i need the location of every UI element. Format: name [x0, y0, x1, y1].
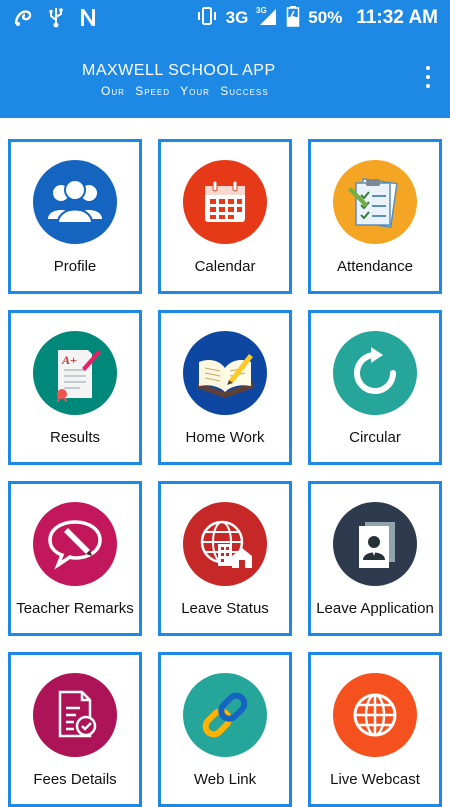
app-title: MAXWELL SCHOOL APP: [82, 62, 276, 79]
tile-label: Teacher Remarks: [16, 600, 134, 617]
tile-label: Results: [49, 429, 101, 446]
globe-icon: [333, 673, 417, 757]
tile-circular[interactable]: Circular: [308, 310, 442, 465]
menu-grid: Profile Calendar Attendance A+ Results H…: [8, 139, 442, 807]
tile-leave-application[interactable]: Leave Application: [308, 481, 442, 636]
tile-label: Calendar: [194, 258, 256, 275]
tile-label: Web Link: [193, 771, 257, 788]
results-icon: A+: [33, 331, 117, 415]
tile-label: Leave Application: [316, 600, 434, 617]
tile-label: Live Webcast: [330, 771, 420, 788]
tile-teacher-remarks[interactable]: Teacher Remarks: [8, 481, 142, 636]
tile-label: Attendance: [337, 258, 413, 275]
leave-status-icon: [183, 502, 267, 586]
squirrel-icon: [12, 6, 34, 33]
homework-icon: [183, 331, 267, 415]
tile-profile[interactable]: Profile: [8, 139, 142, 294]
status-bar: 3G 3G 50% 11:32 AM: [0, 0, 450, 36]
tile-results[interactable]: A+ Results: [8, 310, 142, 465]
battery-icon: [286, 5, 300, 32]
link-icon: [183, 673, 267, 757]
tile-attendance[interactable]: Attendance: [308, 139, 442, 294]
tile-leave-status[interactable]: Leave Status: [158, 481, 292, 636]
usb-icon: [48, 6, 64, 33]
attendance-icon: [333, 160, 417, 244]
tile-web-link[interactable]: Web Link: [158, 652, 292, 807]
battery-percent: 50%: [308, 8, 343, 27]
app-bar: MAXWELL SCHOOL APP Our Speed Your Succes…: [0, 36, 450, 118]
tile-label: Profile: [53, 258, 97, 275]
tile-label: Leave Status: [181, 600, 269, 617]
tile-label: Home Work: [185, 429, 265, 446]
leave-application-icon: [333, 502, 417, 586]
profile-icon: [33, 160, 117, 244]
signal-icon: 3G: [256, 5, 278, 32]
tile-label: Fees Details: [33, 771, 117, 788]
fees-icon: [33, 673, 117, 757]
more-vert-icon[interactable]: [420, 64, 436, 90]
vibrate-icon: [196, 5, 218, 32]
tile-label: Circular: [349, 429, 401, 446]
remarks-icon: [33, 502, 117, 586]
tile-calendar[interactable]: Calendar: [158, 139, 292, 294]
svg-text:3G: 3G: [256, 6, 267, 15]
clock: 11:32 AM: [356, 7, 438, 28]
app-subtitle: Our Speed Your Success: [101, 84, 269, 98]
network-type: 3G: [225, 8, 249, 27]
svg-text:A+: A+: [61, 353, 77, 367]
tile-live-webcast[interactable]: Live Webcast: [308, 652, 442, 807]
circular-icon: [333, 331, 417, 415]
tile-fees-details[interactable]: Fees Details: [8, 652, 142, 807]
calendar-icon: [183, 160, 267, 244]
n-notification-icon: [78, 6, 98, 33]
tile-home-work[interactable]: Home Work: [158, 310, 292, 465]
